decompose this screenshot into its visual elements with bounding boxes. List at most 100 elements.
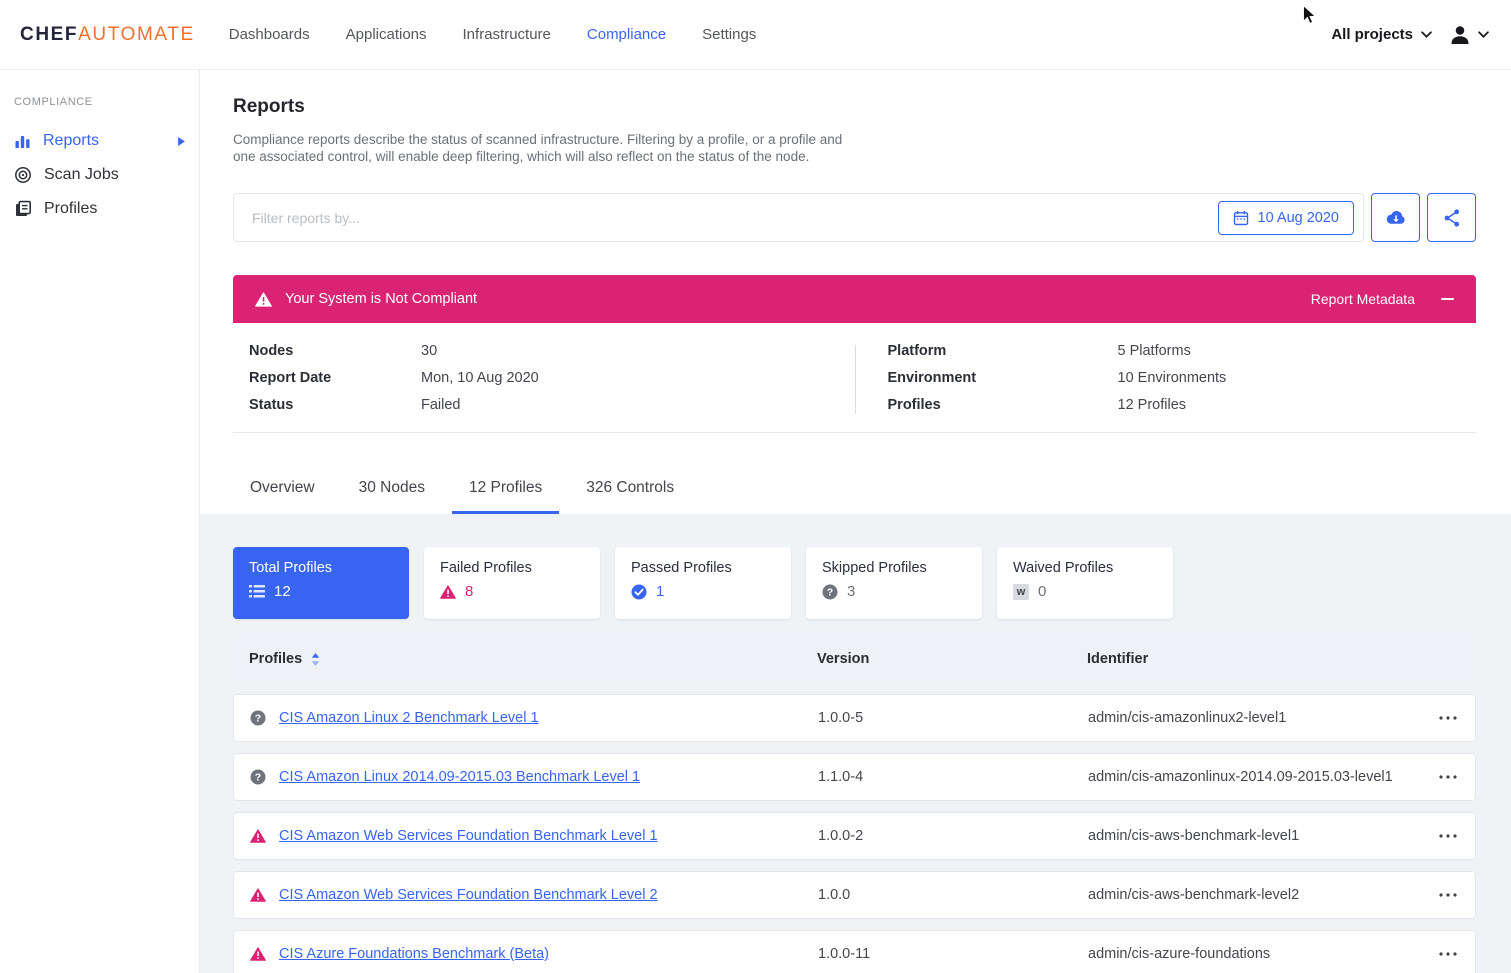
more-options-button[interactable]: [1419, 893, 1459, 897]
profile-link[interactable]: CIS Amazon Web Services Foundation Bench…: [279, 887, 658, 903]
metadata-row-profiles: Profiles 12 Profiles: [888, 397, 1477, 414]
more-options-button[interactable]: [1419, 775, 1459, 779]
nav-dashboards[interactable]: Dashboards: [229, 26, 310, 43]
warning-triangle-icon: [250, 947, 266, 961]
metadata-row-status: Status Failed: [249, 397, 855, 414]
profile-link[interactable]: CIS Amazon Linux 2 Benchmark Level 1: [279, 710, 539, 726]
projects-label: All projects: [1331, 26, 1413, 43]
calendar-icon: [1233, 210, 1249, 226]
nav-applications[interactable]: Applications: [346, 26, 427, 43]
nav-settings[interactable]: Settings: [702, 26, 756, 43]
profile-stat-cards: Total Profiles 12 Failed Profiles: [233, 547, 1476, 619]
table-row: ? CIS Amazon Linux 2014.09-2015.03 Bench…: [233, 753, 1476, 801]
top-nav: Dashboards Applications Infrastructure C…: [229, 26, 757, 43]
sidebar-section-label: COMPLIANCE: [14, 96, 199, 108]
card-count: 0: [1038, 583, 1046, 600]
check-circle-icon: [631, 584, 647, 600]
logo-chef: CHEF: [20, 24, 78, 45]
profile-version: 1.0.0: [818, 887, 1088, 903]
profile-link[interactable]: CIS Amazon Linux 2014.09-2015.03 Benchma…: [279, 769, 640, 785]
question-circle-icon: ?: [250, 769, 266, 785]
tab-profiles[interactable]: 12 Profiles: [452, 469, 559, 514]
more-options-button[interactable]: [1419, 834, 1459, 838]
profile-version: 1.0.0-5: [818, 710, 1088, 726]
tab-overview[interactable]: Overview: [233, 469, 332, 514]
profile-identifier: admin/cis-aws-benchmark-level1: [1088, 828, 1419, 844]
warning-triangle-icon: [255, 292, 272, 307]
tab-nodes[interactable]: 30 Nodes: [342, 469, 442, 514]
profile-identifier: admin/cis-amazonlinux2-level1: [1088, 710, 1419, 726]
card-skipped-profiles[interactable]: Skipped Profiles ? 3: [806, 547, 982, 619]
list-icon: [249, 585, 265, 598]
profile-version: 1.0.0-2: [818, 828, 1088, 844]
metadata-divider: [855, 345, 856, 414]
warning-triangle-icon: [250, 829, 266, 843]
expand-right-icon[interactable]: [178, 137, 185, 146]
table-row: CIS Amazon Web Services Foundation Bench…: [233, 871, 1476, 919]
svg-text:?: ?: [255, 772, 261, 784]
projects-dropdown[interactable]: All projects: [1331, 26, 1432, 43]
card-count: 3: [847, 583, 855, 600]
minus-collapse-icon[interactable]: [1441, 298, 1454, 300]
share-report-button[interactable]: [1427, 193, 1476, 242]
compliance-sidebar: COMPLIANCE Reports Scan Jobs Profiles: [0, 70, 200, 973]
profile-link[interactable]: CIS Azure Foundations Benchmark (Beta): [279, 946, 549, 962]
column-header-profiles[interactable]: Profiles: [249, 651, 817, 667]
download-report-button[interactable]: [1371, 193, 1420, 242]
table-row: CIS Amazon Web Services Foundation Bench…: [233, 812, 1476, 860]
sidebar-item-scan-jobs[interactable]: Scan Jobs: [14, 158, 199, 192]
svg-text:?: ?: [827, 586, 833, 598]
report-tabs: Overview 30 Nodes 12 Profiles 326 Contro…: [233, 469, 1476, 514]
sidebar-item-label: Reports: [43, 132, 99, 150]
report-metadata-toggle[interactable]: Report Metadata: [1311, 291, 1454, 307]
date-label: 10 Aug 2020: [1258, 210, 1339, 226]
page-title: Reports: [233, 96, 1476, 118]
metadata-row-nodes: Nodes 30: [249, 343, 855, 360]
card-waived-profiles[interactable]: Waived Profiles w 0: [997, 547, 1173, 619]
filter-reports-input[interactable]: [234, 210, 1218, 226]
card-passed-profiles[interactable]: Passed Profiles 1: [615, 547, 791, 619]
more-options-button[interactable]: [1419, 716, 1459, 720]
page-description: Compliance reports describe the status o…: [233, 131, 853, 165]
profile-version: 1.0.0-11: [818, 946, 1088, 962]
profile-version: 1.1.0-4: [818, 769, 1088, 785]
compliance-status-banner: Your System is Not Compliant Report Meta…: [233, 275, 1476, 323]
warning-triangle-icon: [440, 585, 456, 599]
profiles-table-header: Profiles Version Identifier: [233, 634, 1476, 684]
metadata-row-platform: Platform 5 Platforms: [888, 343, 1477, 360]
card-count: 8: [465, 583, 473, 600]
sidebar-item-reports[interactable]: Reports: [14, 124, 199, 158]
main-content: Reports Compliance reports describe the …: [200, 70, 1511, 973]
date-picker-button[interactable]: 10 Aug 2020: [1218, 201, 1354, 235]
tab-controls[interactable]: 326 Controls: [569, 469, 691, 514]
chevron-down-icon: [1421, 31, 1432, 38]
sidebar-item-label: Profiles: [44, 200, 97, 218]
more-options-button[interactable]: [1419, 952, 1459, 956]
column-header-version: Version: [817, 651, 1087, 667]
table-row: CIS Azure Foundations Benchmark (Beta) 1…: [233, 930, 1476, 973]
profile-identifier: admin/cis-azure-foundations: [1088, 946, 1419, 962]
chef-automate-logo[interactable]: CHEFAUTOMATE: [20, 24, 195, 46]
profile-identifier: admin/cis-amazonlinux-2014.09-2015.03-le…: [1088, 769, 1419, 785]
svg-text:?: ?: [255, 713, 261, 725]
share-icon: [1442, 208, 1462, 228]
question-circle-icon: ?: [250, 710, 266, 726]
nav-compliance[interactable]: Compliance: [587, 26, 666, 43]
nav-infrastructure[interactable]: Infrastructure: [463, 26, 551, 43]
sidebar-item-profiles[interactable]: Profiles: [14, 192, 199, 226]
profile-identifier: admin/cis-aws-benchmark-level2: [1088, 887, 1419, 903]
logo-automate: AUTOMATE: [78, 24, 195, 45]
filter-box: 10 Aug 2020: [233, 193, 1364, 242]
profiles-icon: [14, 200, 32, 218]
sort-icon[interactable]: [311, 653, 320, 666]
profiles-section: Total Profiles 12 Failed Profiles: [200, 514, 1511, 973]
user-menu-dropdown[interactable]: [1448, 23, 1489, 47]
radar-icon: [14, 166, 32, 184]
report-metadata-panel: Nodes 30 Report Date Mon, 10 Aug 2020 St…: [233, 323, 1476, 433]
metadata-row-environment: Environment 10 Environments: [888, 370, 1477, 387]
card-failed-profiles[interactable]: Failed Profiles 8: [424, 547, 600, 619]
card-total-profiles[interactable]: Total Profiles 12: [233, 547, 409, 619]
sidebar-item-label: Scan Jobs: [44, 166, 119, 184]
cloud-download-icon: [1385, 209, 1407, 227]
profile-link[interactable]: CIS Amazon Web Services Foundation Bench…: [279, 828, 658, 844]
